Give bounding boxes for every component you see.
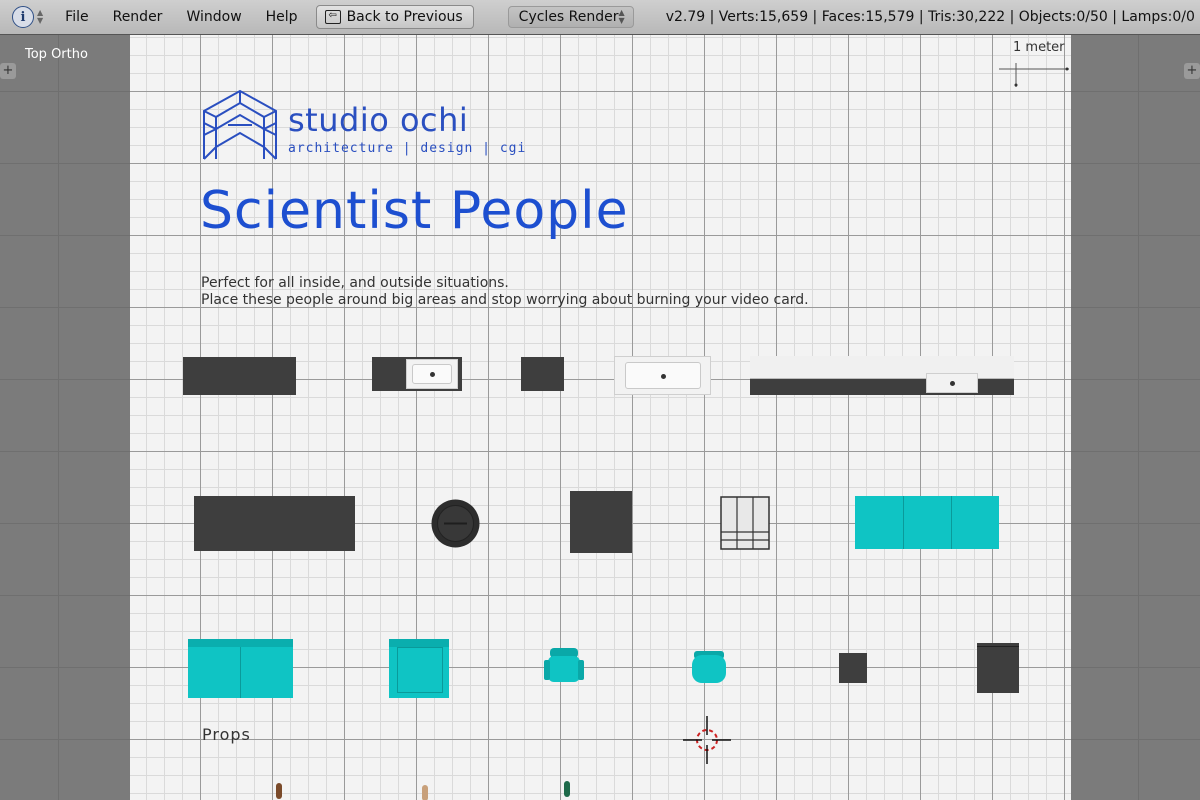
desk-block[interactable] [194,496,355,551]
toolshelf-toggle-icon[interactable]: + [0,63,16,79]
view-label: Top Ortho [25,47,88,62]
updown-arrows-icon: ▲ ▼ [37,8,44,25]
dropdown-arrows-icon: ▲ ▼ [618,8,625,25]
cabinet-tall[interactable] [977,643,1019,693]
cyan-office-chair-icon[interactable] [544,646,584,688]
board-title: Scientist People [200,181,629,241]
menu-window[interactable]: Window [174,9,253,25]
long-counter[interactable] [750,356,1014,395]
counter-block[interactable] [183,357,296,395]
studio-ochi-logo-icon [203,89,277,160]
info-icon: i [12,6,34,28]
3d-viewport[interactable]: Top Ortho + + 1 meter studio ochi archit… [0,35,1200,800]
menu-file[interactable]: File [53,9,100,25]
sink-icon [926,373,978,393]
scale-label: 1 meter [1013,40,1065,55]
back-arrow-icon: ⇦ [324,10,341,24]
cabinet-block[interactable] [521,357,564,391]
reference-board-plane: 1 meter studio ochi architecture | desig… [130,35,1071,800]
render-engine-value: Cycles Render [518,9,619,25]
scale-ruler-icon [999,63,1069,87]
properties-toggle-icon[interactable]: + [1184,63,1200,79]
info-header: i ▲ ▼ File Render Window Help ⇦ Back to P… [0,0,1200,35]
round-stool-icon[interactable] [430,498,481,549]
cyan-sofa-two-seat[interactable] [188,639,293,698]
scene-statistics: v2.79 | Verts:15,659 | Faces:15,579 | Tr… [665,9,1200,25]
prop-figure[interactable] [276,783,282,799]
back-to-previous-button[interactable]: ⇦ Back to Previous [315,5,474,29]
shelving-unit-icon[interactable] [720,496,770,550]
prop-figure[interactable] [422,785,428,800]
double-sink[interactable] [614,356,711,395]
cyan-tub-chair-icon[interactable] [690,649,728,685]
square-table[interactable] [570,491,632,553]
editor-type-selector[interactable]: i ▲ ▼ [12,6,43,28]
description-line-2: Place these people around big areas and … [201,292,809,308]
small-side-table[interactable] [839,653,867,683]
brand-name: studio ochi [288,101,469,139]
back-to-previous-label: Back to Previous [346,9,463,25]
brand-tagline: architecture | design | cgi [288,141,527,156]
counter-with-sink[interactable] [372,357,462,391]
menu-render[interactable]: Render [101,9,175,25]
menu-help[interactable]: Help [254,9,310,25]
cyan-sofa-long[interactable] [855,496,999,549]
prop-figure[interactable] [564,781,570,797]
cyan-armchair[interactable] [389,639,449,698]
3d-cursor-icon[interactable] [683,716,731,764]
render-engine-dropdown[interactable]: Cycles Render ▲ ▼ [507,6,634,28]
props-section-label: Props [202,725,251,744]
description-line-1: Perfect for all inside, and outside situ… [201,275,509,291]
sink-icon [406,359,458,389]
